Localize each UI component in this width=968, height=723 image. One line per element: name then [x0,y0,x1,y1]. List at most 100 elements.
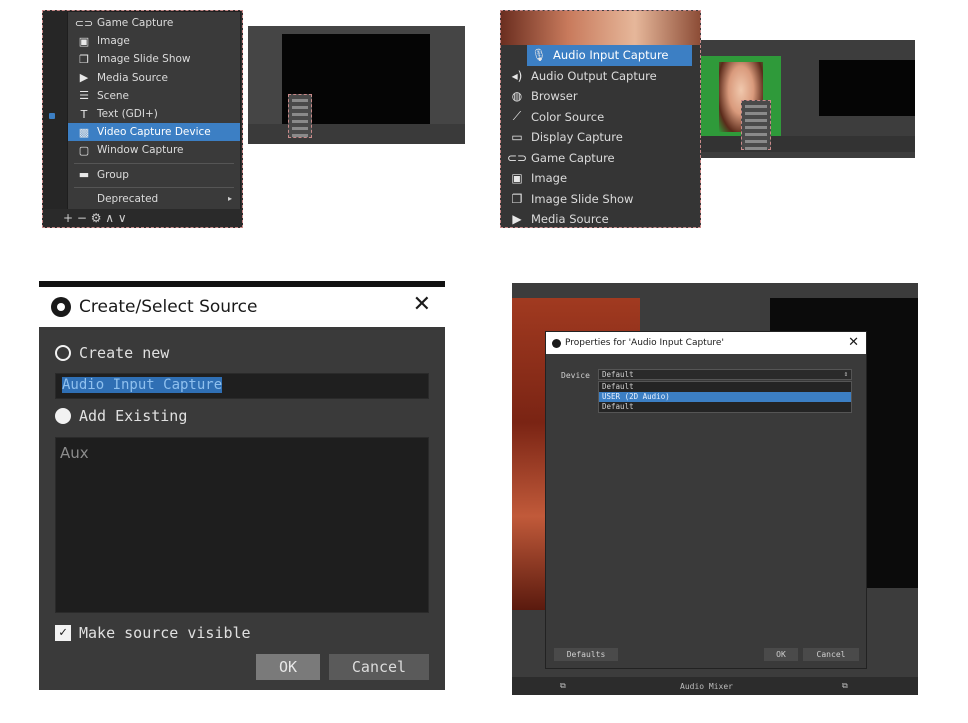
menu-item-group[interactable]: ▬ Group [68,166,240,184]
menu-item-browser[interactable]: ◍ Browser [501,86,700,107]
menu-item-game-capture[interactable]: ⊂⊃ Game Capture [501,148,700,169]
menu-item-label: Game Capture [97,17,174,29]
device-option-selected[interactable]: USER (2D Audio) [599,392,851,402]
device-option[interactable]: Default [599,382,851,392]
slideshow-icon: ❐ [511,191,523,206]
text-icon: T [80,107,88,121]
source-name-input[interactable]: Audio Input Capture [55,373,429,399]
obs-logo-icon [51,297,71,317]
camera-icon: ▩ [78,125,90,139]
add-existing-radio[interactable] [55,408,71,424]
dialog-title: Create/Select Source [79,297,258,317]
menu-item-label: Deprecated [97,192,159,205]
folder-icon: ▬ [78,168,90,182]
make-visible-row[interactable]: ✓ Make source visible [55,624,251,642]
speaker-icon: ◂) [511,68,523,83]
active-source-marker [49,113,55,119]
menu-item-audio-input-capture[interactable]: 🎙 Audio Input Capture [527,45,692,66]
cancel-button[interactable]: Cancel [803,648,859,661]
device-label: Device [561,371,590,380]
menu-item-color-source[interactable]: ⟋ Color Source [501,107,700,128]
menu-item-deprecated[interactable]: Deprecated ▸ [68,190,240,208]
properties-title: Properties for 'Audio Input Capture' [565,338,724,348]
audio-mixer-label: Audio Mixer [680,681,733,691]
menu-item-game-capture[interactable]: ⊂⊃ Game Capture [68,14,240,32]
menu-item-label: Media Source [97,71,168,84]
cancel-button[interactable]: Cancel [329,654,429,680]
menu-item-image[interactable]: ▣ Image [501,168,700,189]
menu-item-label: Window Capture [97,144,184,157]
preview-photo-strip [501,11,700,45]
dock-icon[interactable]: ⧉ [560,681,566,691]
menu-item-label: Image Slide Show [531,191,634,206]
ok-button[interactable]: OK [764,648,798,661]
close-icon[interactable]: ✕ [848,335,859,350]
menu-item-image-slide-show[interactable]: ❐ Image Slide Show [501,189,700,210]
sources-toolbar-glyphs[interactable]: + − ⚙ ∧ ∨ [63,211,127,225]
obs-logo-icon [552,338,561,348]
globe-icon: ◍ [511,89,523,104]
audio-mixer-bar: ⧉ Audio Mixer ⧉ [512,677,918,695]
brush-icon: ⟋ [512,109,522,124]
sources-list-strip [43,11,67,227]
list-item[interactable]: Aux [60,444,424,462]
monitor-icon: ▭ [511,130,523,145]
create-new-radio-row[interactable]: Create new [55,344,169,362]
add-existing-label: Add Existing [79,407,188,425]
image-icon: ▣ [78,34,90,48]
menu-item-label: Image Slide Show [97,53,191,66]
menu-item-label: Browser [531,89,578,104]
menu-item-label: Audio Output Capture [531,68,657,83]
chevron-updown-icon: ⇕ [843,370,848,378]
ok-button[interactable]: OK [256,654,320,680]
image-icon: ▣ [511,171,523,186]
menu-item-label: Audio Input Capture [553,48,669,63]
close-icon[interactable]: ✕ [413,292,431,317]
add-existing-radio-row[interactable]: Add Existing [55,407,187,425]
menu-item-text-gdi[interactable]: T Text (GDI+) [68,105,240,123]
obs-preview-window-2 [701,40,915,158]
menu-item-image[interactable]: ▣ Image [68,32,240,50]
mini-menu-thumbnail [288,94,312,138]
properties-screenshot: Properties for 'Audio Input Capture' ✕ D… [512,283,918,695]
menu-item-label: Display Capture [531,130,623,145]
menu-item-image-slide-show[interactable]: ❐ Image Slide Show [68,50,240,68]
menu-item-label: Game Capture [531,150,615,165]
create-select-source-dialog: Create/Select Source ✕ Create new Audio … [39,281,445,690]
add-source-context-menu-audio: 🎙 Audio Input Capture ◂) Audio Output Captu… [501,45,700,227]
panel-add-source-menu-1: ⊂⊃ Game Capture ▣ Image ❐ Image Slide Show ▶ Me… [42,10,243,228]
menu-item-label: Text (GDI+) [97,108,158,120]
submenu-arrow-icon: ▸ [227,194,232,204]
window-icon: ▢ [78,143,90,157]
defaults-button[interactable]: Defaults [554,648,618,661]
menu-item-scene[interactable]: ☰ Scene [68,87,240,105]
device-select[interactable]: Default ⇕ [598,369,852,380]
mini-menu-thumbnail-2 [741,100,771,150]
play-icon: ▶ [512,212,522,227]
dock-icon[interactable]: ⧉ [842,681,848,691]
preview-dock-strip-2 [701,136,915,152]
menu-item-label: Media Source [531,212,609,227]
play-icon: ▶ [79,71,89,85]
menu-item-label: Color Source [531,109,605,124]
menu-item-window-capture[interactable]: ▢ Window Capture [68,141,240,159]
make-visible-checkbox[interactable]: ✓ [55,625,71,641]
dialog-titlebar: Create/Select Source ✕ [39,287,445,327]
menu-item-media-source[interactable]: ▶ Media Source [68,69,240,87]
menu-item-label: Video Capture Device [97,126,211,139]
menu-item-video-capture-device[interactable]: ▩ Video Capture Device [68,123,240,142]
create-new-radio[interactable] [55,345,71,361]
device-dropdown-list: Default USER (2D Audio) Default [598,381,852,413]
create-new-label: Create new [79,344,170,362]
source-name-value: Audio Input Capture [62,377,223,393]
menu-item-label: Image [531,171,568,186]
device-option[interactable]: Default [599,402,851,412]
device-select-value: Default [602,370,634,379]
existing-sources-list[interactable]: Aux [55,437,429,613]
menu-item-media-source[interactable]: ▶ Media Source [501,209,700,227]
make-visible-label: Make source visible [79,624,251,642]
menu-item-display-capture[interactable]: ▭ Display Capture [501,127,700,148]
menu-item-audio-output-capture[interactable]: ◂) Audio Output Capture [501,66,700,87]
list-icon: ☰ [79,89,89,103]
sources-toolbar: + − ⚙ ∧ ∨ [43,209,242,227]
